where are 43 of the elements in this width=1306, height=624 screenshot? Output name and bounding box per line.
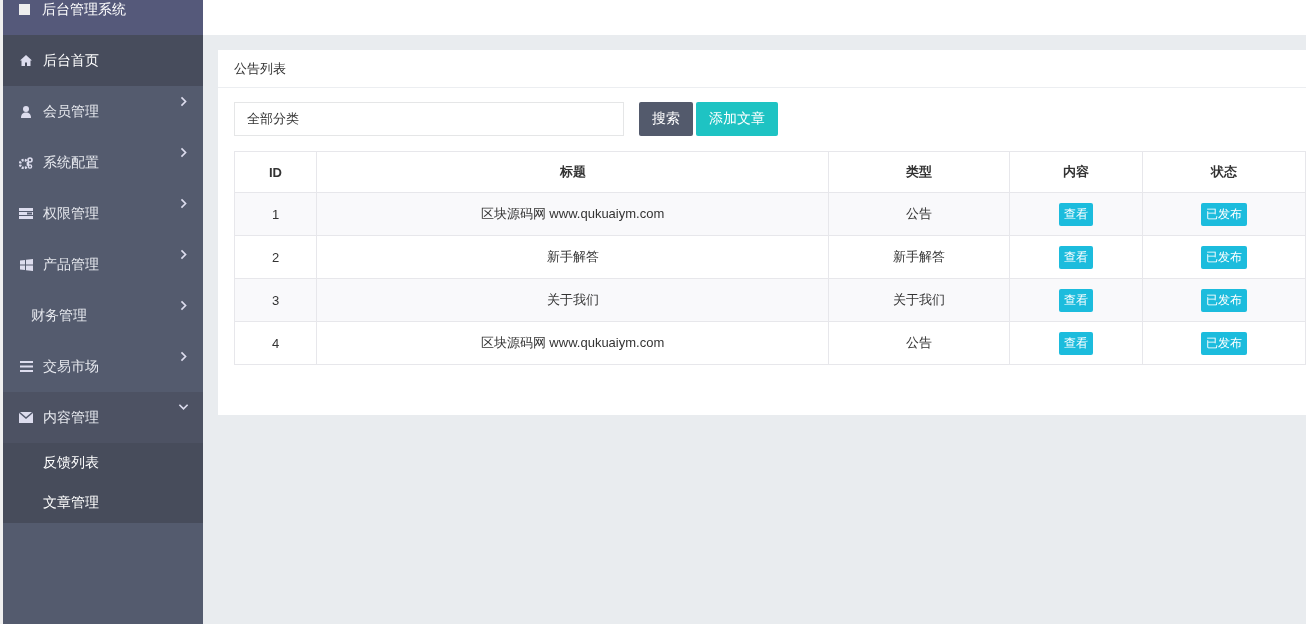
table-cell: 1: [234, 192, 317, 236]
table-cell: 公告: [828, 321, 1010, 365]
home-icon: [20, 55, 32, 66]
sidebar-item[interactable]: 交易市场: [3, 341, 203, 392]
status-badge: 已发布: [1201, 331, 1247, 355]
user-icon: [21, 105, 31, 118]
table-cell: 3: [234, 278, 317, 322]
gears-icon: [19, 156, 33, 169]
submenu-item[interactable]: 反馈列表: [3, 443, 203, 483]
table-cell: 关于我们: [316, 278, 829, 322]
column-header: 类型: [828, 151, 1010, 193]
envelope-icon: [19, 412, 33, 423]
menu-icon: [19, 361, 33, 372]
table-cell: 2: [234, 235, 317, 279]
card-title: 公告列表: [218, 50, 1306, 88]
list-icon: [19, 208, 33, 219]
status-badge: 已发布: [1201, 288, 1247, 312]
table-cell: 4: [234, 321, 317, 365]
windows-icon: [19, 258, 33, 271]
sidebar-item[interactable]: 产品管理: [3, 239, 203, 290]
sidebar-item[interactable]: 后台首页: [3, 35, 203, 86]
column-header: 内容: [1009, 151, 1143, 193]
table-cell: 区块源码网 www.qukuaiym.com: [316, 321, 829, 365]
sidebar-item[interactable]: 财务管理: [3, 290, 203, 341]
app-title: 后台管理系统: [42, 0, 126, 19]
sidebar-item[interactable]: 系统配置: [3, 137, 203, 188]
table-cell: 新手解答: [316, 235, 829, 279]
category-select[interactable]: 全部分类: [234, 102, 624, 136]
table-cell: 区块源码网 www.qukuaiym.com: [316, 192, 829, 236]
status-badge: 已发布: [1201, 202, 1247, 226]
column-header: 标题: [316, 151, 829, 193]
column-header: ID: [234, 151, 317, 193]
sidebar-item[interactable]: 会员管理: [3, 86, 203, 137]
submenu-item[interactable]: 文章管理: [3, 483, 203, 523]
table-cell: 关于我们: [828, 278, 1010, 322]
sidebar-item[interactable]: 内容管理: [3, 392, 203, 443]
search-button[interactable]: 搜索: [639, 102, 693, 136]
table-cell: 公告: [828, 192, 1010, 236]
table-cell: 新手解答: [828, 235, 1010, 279]
status-badge: 已发布: [1201, 245, 1247, 269]
sidebar-item[interactable]: 权限管理: [3, 188, 203, 239]
column-header: 状态: [1142, 151, 1306, 193]
logo-icon: [19, 4, 30, 15]
